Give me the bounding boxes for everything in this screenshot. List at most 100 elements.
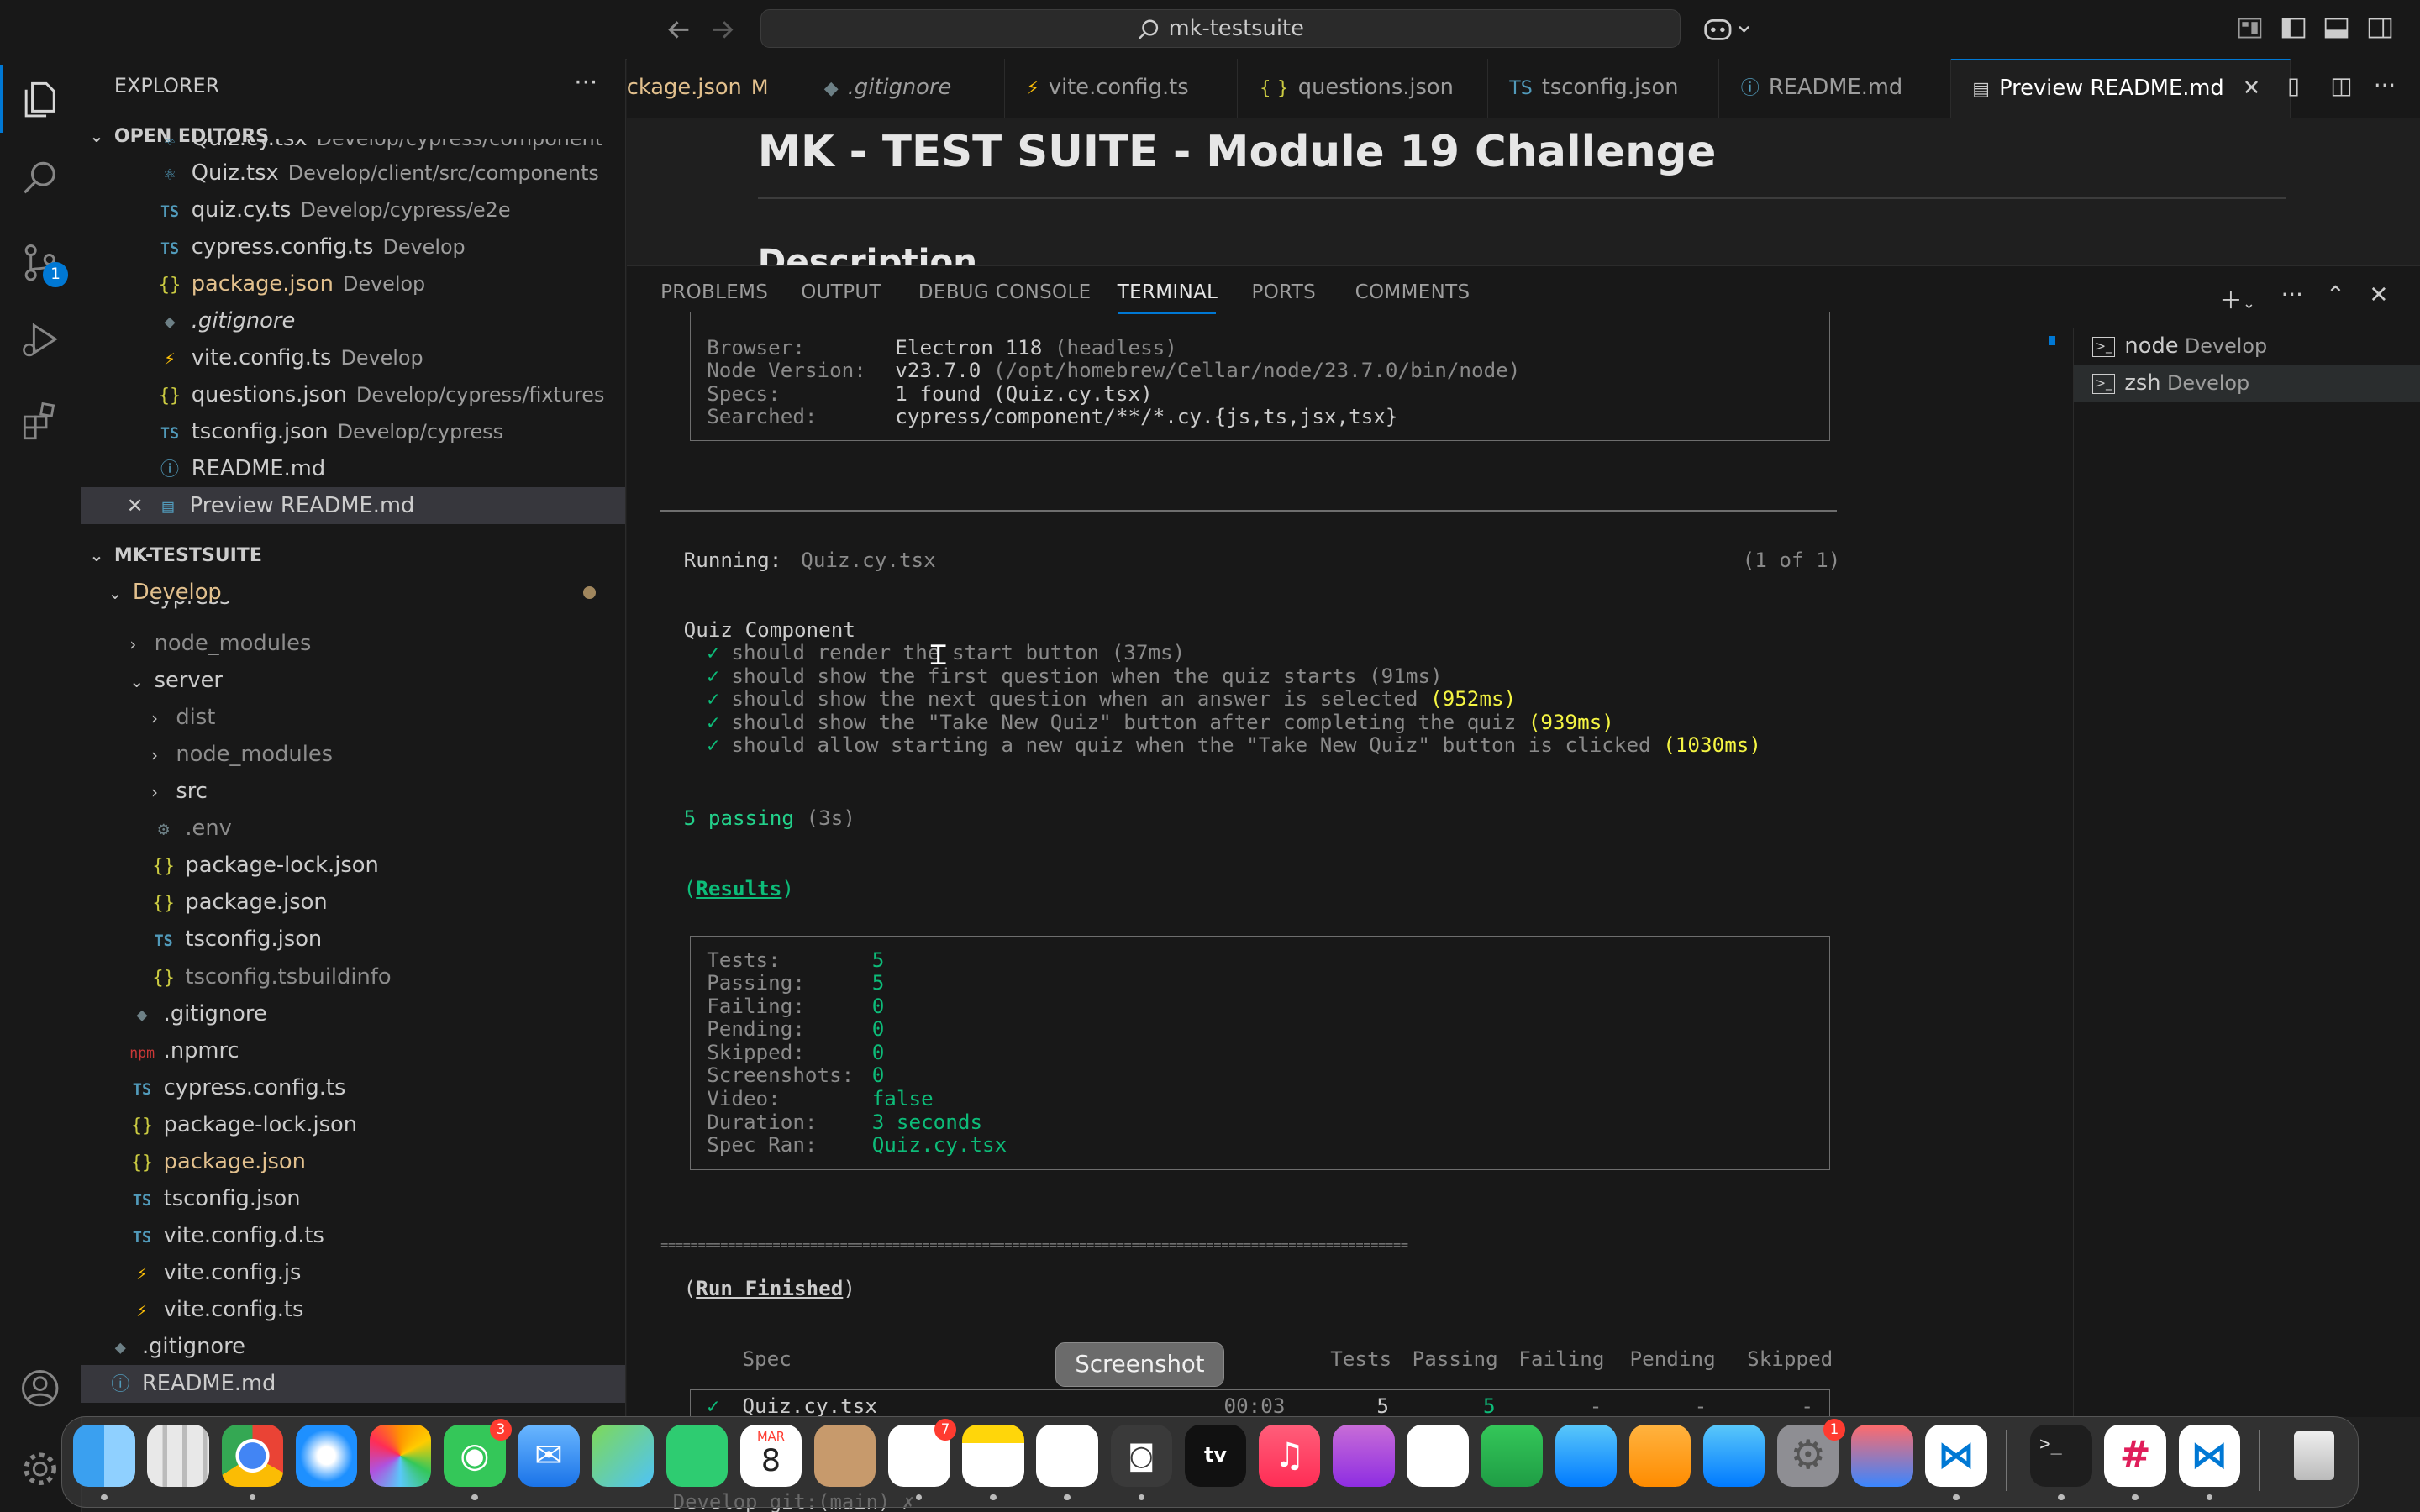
split-editor-icon[interactable]: ◫ (2330, 72, 2352, 99)
open-editor-item[interactable]: TS tsconfig.json Develop/cypress (81, 413, 625, 450)
open-editor-item[interactable]: ⓘ README.md (81, 450, 625, 487)
reminders-icon[interactable]: 7 (888, 1418, 956, 1487)
tree-file[interactable]: ⓘ README.md (80, 1365, 625, 1403)
forward-arrow-icon[interactable] (707, 14, 738, 45)
vscode-icon[interactable]: ⋈ (1925, 1425, 1987, 1487)
chrome-icon[interactable] (221, 1425, 284, 1487)
tree-file[interactable]: {}package.jsonM (81, 1143, 625, 1180)
system-settings-icon[interactable]: ⚙ 1 (1777, 1418, 1845, 1487)
open-editor-item[interactable]: ✕ ▤ Preview README.md (80, 487, 625, 525)
customize-layout-icon[interactable] (2236, 14, 2267, 45)
tree-file[interactable]: {} package.json (81, 884, 625, 921)
account-icon[interactable] (18, 1367, 61, 1410)
tree-folder[interactable]: › src (81, 773, 625, 810)
freeform-icon[interactable] (1036, 1425, 1098, 1487)
panel-tab-output[interactable]: OUTPUT (801, 281, 881, 303)
notes-icon[interactable] (962, 1425, 1024, 1487)
tree-file[interactable]: npm .npmrc (81, 1032, 625, 1069)
mail-icon[interactable]: ✉ (518, 1425, 580, 1487)
close-icon[interactable]: ✕ (2243, 76, 2261, 101)
explorer-icon[interactable] (18, 77, 61, 120)
toggle-panel-icon[interactable] (2323, 14, 2354, 45)
close-icon[interactable]: ✕ (127, 494, 144, 517)
screenshot-icon[interactable]: ◙ (1110, 1425, 1173, 1487)
news-icon[interactable] (1407, 1425, 1469, 1487)
terminal-list-item[interactable]: >_ zsh Develop (2073, 365, 2420, 402)
vscode-insiders-icon[interactable]: ⋈ (2178, 1425, 2241, 1487)
numbers-icon[interactable] (1481, 1425, 1543, 1487)
more-actions-icon[interactable]: ··· (2374, 72, 2396, 99)
tree-file[interactable]: ⚙ .env (81, 810, 625, 847)
terminal-list-item[interactable]: >_ node Develop (2074, 328, 2420, 365)
new-terminal-icon[interactable]: ＋⌄ (2219, 281, 2255, 315)
trash-icon[interactable] (2283, 1425, 2344, 1486)
open-editor-item[interactable]: ⚛ Quiz.tsx Develop/client/src/components (81, 155, 625, 192)
tree-folder[interactable]: ⌄ server (81, 662, 625, 699)
panel-tab-problems[interactable]: PROBLEMS (660, 281, 768, 303)
podcasts-icon[interactable] (1333, 1425, 1395, 1487)
panel-tab-debug-console[interactable]: DEBUG CONSOLE (918, 281, 1092, 303)
open-editor-item[interactable]: TS quiz.cy.ts Develop/cypress/e2e (81, 192, 625, 228)
terminal-output[interactable]: Browser: Electron 118 (headless) Node Vers… (627, 312, 2070, 1418)
copilot-icon[interactable] (1702, 14, 1754, 45)
tree-file[interactable]: {} tsconfig.tsbuildinfo (81, 958, 625, 995)
terminal-icon[interactable]: >_ (2030, 1425, 2092, 1487)
maximize-panel-icon[interactable]: ⌃ (2326, 281, 2345, 308)
contacts-icon[interactable] (813, 1425, 876, 1487)
editor-tab[interactable]: ⓘ README.md (1719, 58, 1951, 118)
tree-file[interactable]: TS cypress.config.ts (81, 1069, 625, 1106)
photos-icon[interactable] (369, 1425, 432, 1487)
open-editor-item[interactable]: {}package.jsonDevelopM (81, 265, 625, 302)
panel-tab-comments[interactable]: COMMENTS (1355, 281, 1470, 303)
run-debug-icon[interactable] (18, 318, 61, 360)
open-editor-item[interactable]: ◆ .gitignore (81, 302, 625, 339)
command-center-search[interactable]: mk-testsuite (760, 9, 1681, 49)
toggle-secondary-sidebar-icon[interactable] (2366, 14, 2397, 45)
editor-tab[interactable]: ⚡ vite.config.ts (1005, 58, 1238, 118)
launchpad-icon[interactable] (147, 1425, 209, 1487)
back-arrow-icon[interactable] (664, 14, 695, 45)
editor-tab[interactable]: TS tsconfig.json (1488, 58, 1720, 118)
tree-file[interactable]: TS tsconfig.json (81, 1180, 625, 1217)
more-actions-icon[interactable]: ··· (574, 68, 597, 97)
app-store-icon[interactable] (1702, 1425, 1765, 1487)
maps-icon[interactable] (592, 1425, 654, 1487)
open-preview-source-icon[interactable]: ▯ (2287, 72, 2300, 99)
editor-tab[interactable]: ◆ .gitignore (802, 58, 1005, 118)
open-editor-item[interactable]: {} questions.json Develop/cypress/fixtures (81, 376, 625, 413)
tree-file[interactable]: {} package-lock.json (81, 1106, 625, 1143)
music-icon[interactable]: ♫ (1258, 1425, 1321, 1487)
tree-file[interactable]: ◆ .gitignore (81, 1328, 625, 1365)
toggle-primary-sidebar-icon[interactable] (2280, 14, 2311, 45)
tree-folder[interactable]: › node_modules (81, 736, 625, 773)
slack-icon[interactable]: # (2104, 1425, 2166, 1487)
tree-file[interactable]: TS vite.config.d.ts (81, 1217, 625, 1254)
tree-file[interactable]: ⚡ vite.config.ts (81, 1291, 625, 1328)
calendar-icon[interactable]: MAR 8 (739, 1425, 802, 1487)
tree-file[interactable]: TS tsconfig.json (81, 921, 625, 958)
more-actions-icon[interactable]: ··· (2281, 281, 2303, 308)
safari-icon[interactable] (295, 1425, 358, 1487)
tree-file[interactable]: ◆ .gitignore (81, 995, 625, 1032)
panel-tab-ports[interactable]: PORTS (1252, 281, 1317, 303)
open-editor-item[interactable]: TS cypress.config.ts Develop (81, 228, 625, 265)
project-header[interactable]: ⌄ MK-TESTSUITE (81, 537, 625, 574)
manage-gear-icon[interactable] (18, 1447, 61, 1490)
tree-folder[interactable]: › node_modules (81, 625, 625, 662)
editor-tab[interactable]: { } questions.json (1238, 58, 1488, 118)
panel-tab-terminal[interactable]: TERMINAL (1118, 281, 1218, 303)
messages-icon[interactable]: ◉ 3 (444, 1418, 512, 1487)
tree-file[interactable]: ⚡ vite.config.js (81, 1254, 625, 1291)
iphone-mirroring-icon[interactable] (1851, 1425, 1913, 1487)
open-editor-item[interactable]: ⚡ vite.config.ts Develop (81, 339, 625, 376)
apple-tv-icon[interactable]: tv (1184, 1425, 1247, 1487)
extensions-icon[interactable] (18, 398, 61, 441)
folder-cypress-partial[interactable]: cypress (81, 601, 625, 617)
keynote-icon[interactable] (1555, 1425, 1617, 1487)
search-icon[interactable] (18, 157, 61, 200)
close-panel-icon[interactable]: ✕ (2369, 281, 2388, 308)
facetime-icon[interactable] (666, 1425, 729, 1487)
pages-icon[interactable] (1628, 1425, 1691, 1487)
finder-icon[interactable] (73, 1425, 135, 1487)
tree-folder[interactable]: › dist (81, 699, 625, 736)
